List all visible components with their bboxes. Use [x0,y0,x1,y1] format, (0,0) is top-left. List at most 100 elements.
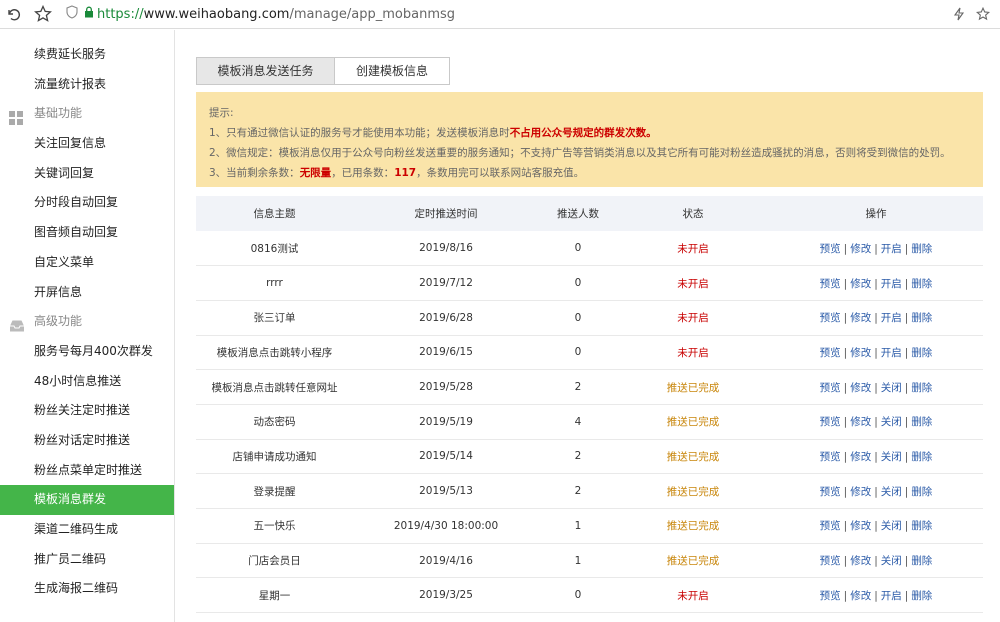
preview-link[interactable]: 预览 [820,486,841,498]
edit-link[interactable]: 修改 [850,520,871,532]
table-row: 门店会员日 2019/4/16 1 推送已完成 预览 | 修改 | 关闭 | 删除 [196,543,983,578]
preview-link[interactable]: 预览 [820,278,841,290]
sidebar-item[interactable]: 模板消息群发 [0,485,174,515]
toggle-link[interactable]: 开启 [881,243,902,255]
toggle-link[interactable]: 开启 [881,312,902,324]
separator: | [874,520,878,533]
sidebar-item[interactable]: 渠道二维码生成 [0,515,174,545]
sidebar-item[interactable]: 分时段自动回复 [0,188,174,218]
toggle-link[interactable]: 关闭 [881,451,902,463]
separator: | [843,485,848,498]
cell-actions: 预览 | 修改 | 关闭 | 删除 [769,474,983,509]
sidebar-item[interactable]: 推广员二维码 [0,545,174,575]
delete-link[interactable]: 删除 [911,243,932,255]
cell-status: 推送已完成 [666,485,720,498]
toggle-link[interactable]: 开启 [881,278,902,290]
cell-time: 2019/8/16 [419,242,473,255]
sidebar-item[interactable]: 粉丝点菜单定时推送 [0,456,174,486]
toggle-link[interactable]: 关闭 [881,382,902,394]
toggle-link[interactable]: 关闭 [881,520,902,532]
cell-count: 2 [574,450,582,463]
preview-link[interactable]: 预览 [820,312,841,324]
sidebar-item[interactable]: 流量统计报表 [0,70,174,100]
edit-link[interactable]: 修改 [850,312,871,324]
cell-subject: 模板消息点击跳转小程序 [216,346,333,359]
delete-link[interactable]: 删除 [911,312,932,324]
toggle-link[interactable]: 关闭 [881,416,902,428]
preview-link[interactable]: 预览 [820,416,841,428]
preview-link[interactable]: 预览 [820,347,841,359]
sidebar-item[interactable]: 粉丝关注定时推送 [0,396,174,426]
delete-link[interactable]: 删除 [911,347,932,359]
separator: | [904,242,909,255]
sidebar-item[interactable]: 续费延长服务 [0,40,174,70]
edit-link[interactable]: 修改 [850,451,871,463]
edit-link[interactable]: 修改 [850,590,871,602]
url-path: /manage/app_mobanmsg [289,6,456,22]
preview-link[interactable]: 预览 [820,520,841,532]
toggle-link[interactable]: 开启 [881,590,902,602]
separator: | [874,242,878,255]
delete-link[interactable]: 删除 [911,555,932,567]
delete-link[interactable]: 删除 [911,451,932,463]
preview-link[interactable]: 预览 [820,382,841,394]
sidebar-item[interactable]: 服务号每月400次群发 [0,337,174,367]
toggle-link[interactable]: 关闭 [881,486,902,498]
preview-link[interactable]: 预览 [820,590,841,602]
sidebar-item[interactable]: 图音频自动回复 [0,218,174,248]
sidebar-item[interactable]: 生成海报二维码 [0,574,174,604]
toggle-link[interactable]: 开启 [881,347,902,359]
tab-create-template[interactable]: 创建模板信息 [335,57,450,85]
edit-link[interactable]: 修改 [850,555,871,567]
cell-status: 未开启 [677,242,709,255]
col-count-header: 推送人数 [557,208,599,220]
cell-count: 1 [574,554,582,567]
cell-status: 未开启 [677,312,709,325]
separator: | [874,589,878,602]
delete-link[interactable]: 删除 [911,278,932,290]
sidebar-item[interactable]: 关注回复信息 [0,129,174,159]
delete-link[interactable]: 删除 [911,486,932,498]
delete-link[interactable]: 删除 [911,382,932,394]
favorite-star-icon[interactable] [974,5,992,23]
sidebar-item[interactable]: 粉丝对话定时推送 [0,426,174,456]
cell-count: 0 [574,242,582,255]
cell-count: 4 [574,415,582,428]
preview-link[interactable]: 预览 [820,555,841,567]
delete-link[interactable]: 删除 [911,590,932,602]
sidebar-item[interactable]: 开屏信息 [0,278,174,308]
back-icon[interactable] [4,5,22,23]
sidebar-item[interactable]: 关键词回复 [0,159,174,189]
browser-toolbar: https://www.weihaobang.com/manage/app_mo… [0,0,1000,29]
cell-status: 推送已完成 [666,381,720,394]
edit-link[interactable]: 修改 [850,382,871,394]
edit-link[interactable]: 修改 [850,347,871,359]
sidebar-item[interactable]: 48小时信息推送 [0,367,174,397]
table-header-row: 信息主题 定时推送时间 推送人数 状态 操作 [196,196,983,231]
preview-link[interactable]: 预览 [820,451,841,463]
cell-subject: 登录提醒 [253,485,296,498]
cell-subject: 模板消息点击跳转任意网址 [211,381,338,394]
edit-link[interactable]: 修改 [850,486,871,498]
preview-link[interactable]: 预览 [820,243,841,255]
separator: | [874,277,878,290]
bookmark-star-icon[interactable] [34,5,52,23]
delete-link[interactable]: 删除 [911,416,932,428]
task-table: 信息主题 定时推送时间 推送人数 状态 操作 0816测试 2019/8/16 0 未… [196,196,983,613]
address-bar[interactable]: https://www.weihaobang.com/manage/app_mo… [66,5,455,23]
toggle-link[interactable]: 关闭 [881,555,902,567]
table-row: 模板消息点击跳转小程序 2019/6/15 0 未开启 预览 | 修改 | 开启 | 删除 [196,335,983,370]
cell-count: 0 [574,589,582,602]
sidebar-item[interactable]: 自定义菜单 [0,248,174,278]
lightning-icon[interactable] [950,5,968,23]
cell-actions: 预览 | 修改 | 开启 | 删除 [769,300,983,335]
notice-line-2: 2、微信规定：模板消息仅用于公众号向粉丝发送重要的服务通知；不支持广告等营销类消… [209,147,951,159]
cell-time: 2019/6/28 [419,311,473,324]
edit-link[interactable]: 修改 [850,416,871,428]
edit-link[interactable]: 修改 [850,243,871,255]
delete-link[interactable]: 删除 [911,520,932,532]
cell-subject: 五一快乐 [253,520,296,533]
tab-send-tasks[interactable]: 模板消息发送任务 [196,57,335,85]
edit-link[interactable]: 修改 [850,278,871,290]
cell-subject: rrrr [266,277,283,290]
